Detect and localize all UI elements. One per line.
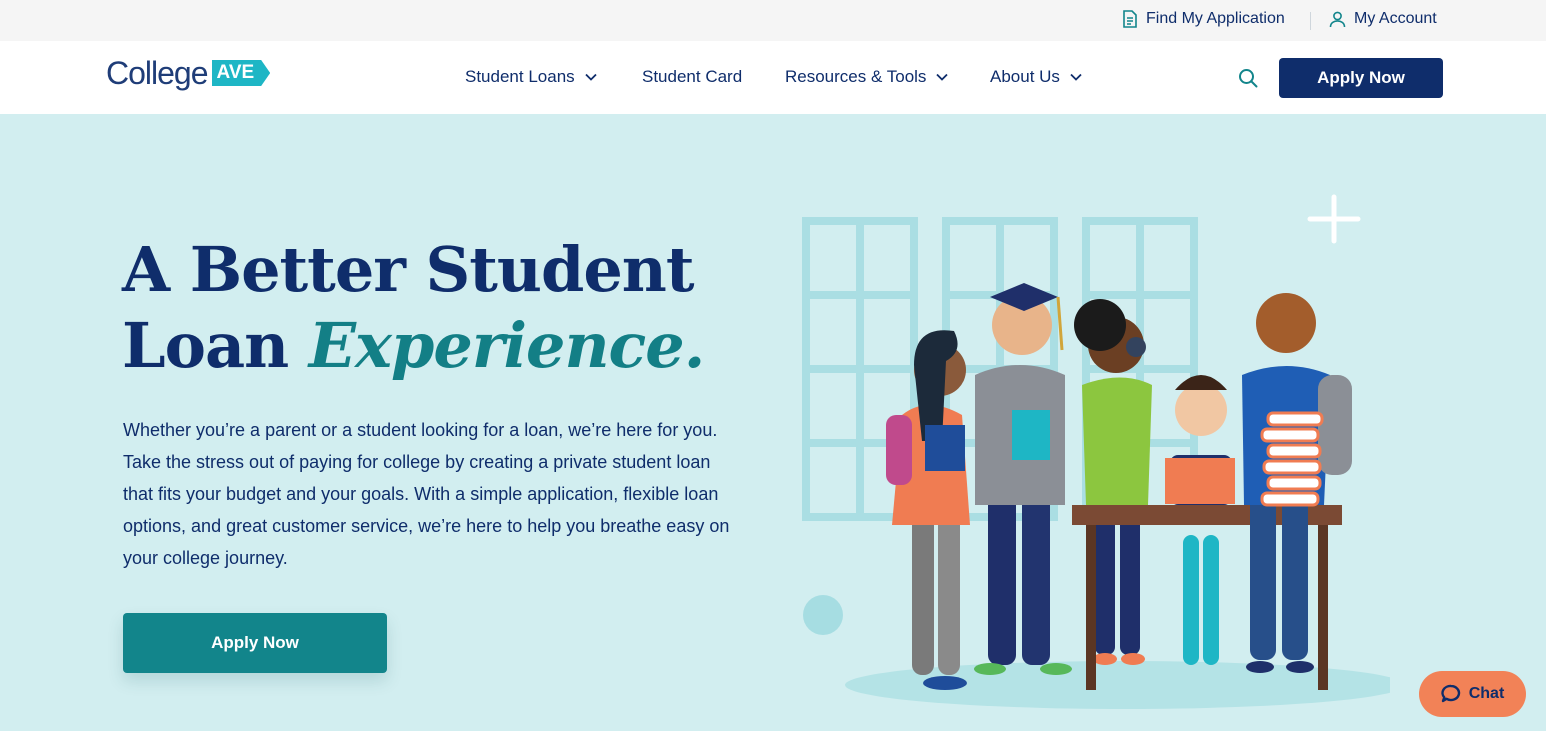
college-ave-logo[interactable]: College AVE ® [106, 55, 271, 91]
chat-label: Chat [1468, 685, 1505, 702]
utility-divider [1310, 12, 1311, 30]
hero-title-line-2: Loan Experience. [122, 308, 706, 384]
chat-bubble-icon [1441, 684, 1460, 703]
logo-wordmark: College [106, 55, 209, 91]
search-icon [1239, 69, 1258, 88]
student-books-figure [1242, 293, 1352, 673]
chevron-down-icon [1070, 73, 1082, 81]
logo-badge-text: AVE [216, 61, 255, 83]
plus-decoration [1307, 194, 1361, 244]
my-account-link[interactable]: My Account [1329, 10, 1437, 28]
nav-student-loans[interactable]: Student Loans [465, 67, 597, 87]
nav-student-loans-label: Student Loans [465, 67, 575, 86]
apply-now-hero-button[interactable]: Apply Now [123, 613, 387, 673]
nav-student-card-label: Student Card [642, 67, 743, 86]
search-button[interactable] [1238, 68, 1258, 93]
hero-title-plain: Loan [122, 309, 309, 382]
chat-button[interactable]: Chat [1419, 671, 1526, 717]
student-girl-figure [886, 330, 970, 690]
hero-title-line-1: A Better Student [122, 233, 695, 306]
nav-about-us[interactable]: About Us [990, 67, 1082, 87]
nav-about-us-label: About Us [990, 67, 1060, 86]
user-icon [1329, 11, 1346, 28]
logo-badge: AVE ® [211, 58, 271, 87]
main-navigation: College AVE ® Student Loans Student Card… [0, 41, 1546, 114]
hero-title: A Better Student Loan Experience. [122, 232, 706, 384]
hero-description: Whether you’re a parent or a student loo… [123, 420, 730, 568]
chevron-down-icon [936, 73, 949, 81]
hero-title-accent: Experience. [308, 309, 706, 382]
nav-resources-tools[interactable]: Resources & Tools [785, 67, 949, 87]
logo-registered-mark: ® [263, 58, 269, 66]
circle-decoration [803, 595, 843, 635]
chevron-down-icon [585, 73, 597, 81]
find-my-application-label: Find My Application [1146, 10, 1285, 27]
apply-now-header-button[interactable]: Apply Now [1279, 58, 1443, 98]
students-illustration [802, 194, 1390, 709]
my-account-label: My Account [1354, 10, 1437, 27]
nav-resources-tools-label: Resources & Tools [785, 67, 927, 86]
find-my-application-link[interactable]: Find My Application [1122, 10, 1285, 28]
document-icon [1122, 10, 1138, 28]
utility-bar: Find My Application My Account [0, 0, 1546, 41]
nav-student-card[interactable]: Student Card [642, 67, 742, 87]
